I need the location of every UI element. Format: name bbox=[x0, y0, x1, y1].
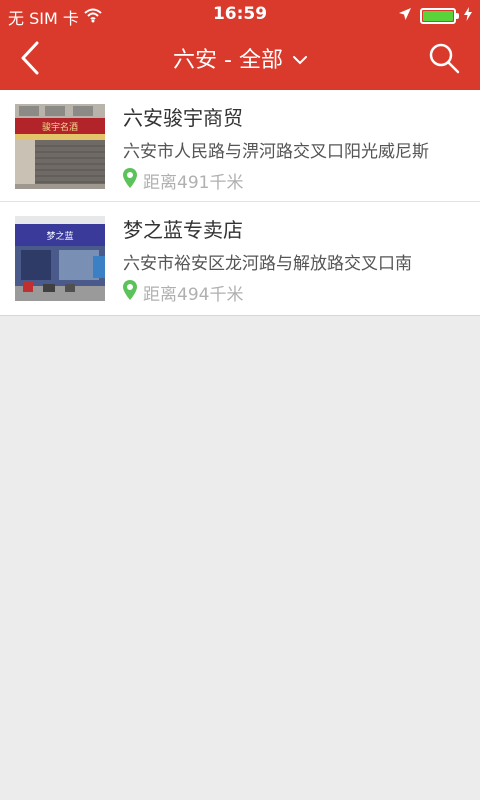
status-right bbox=[398, 6, 472, 25]
search-icon bbox=[428, 42, 460, 78]
store-distance: 距离491千米 bbox=[143, 173, 244, 193]
store-distance-row: 距离494千米 bbox=[123, 280, 243, 305]
thumb-sign: 梦之蓝 bbox=[46, 230, 73, 242]
nav-bar: 六安 - 全部 bbox=[0, 30, 480, 90]
store-address: 六安市人民路与淠河路交叉口阳光威尼斯 bbox=[123, 142, 429, 162]
battery-level bbox=[423, 10, 453, 21]
chevron-down-icon bbox=[292, 46, 307, 71]
thumb-sign: 骏宇名酒 bbox=[42, 121, 78, 133]
nav-title: 六安 - 全部 bbox=[173, 48, 283, 73]
search-button[interactable] bbox=[424, 40, 464, 80]
status-bar: 无 SIM 卡 16:59 bbox=[0, 0, 480, 30]
location-arrow-icon bbox=[398, 6, 412, 25]
app-header: 无 SIM 卡 16:59 六安 - 全部 bbox=[0, 0, 480, 90]
location-pin-icon bbox=[123, 168, 137, 193]
store-list: 骏宇名酒 六安骏宇商贸 六安市人民路与淠河路交叉口阳光威尼斯 距离491千米 梦… bbox=[0, 90, 480, 316]
store-name: 六安骏宇商贸 bbox=[123, 106, 243, 130]
store-item[interactable]: 梦之蓝 梦之蓝专卖店 六安市裕安区龙河路与解放路交叉口南 距离494千米 bbox=[0, 202, 480, 315]
location-pin-icon bbox=[123, 280, 137, 305]
city-category-selector[interactable]: 六安 - 全部 bbox=[0, 42, 480, 74]
store-distance-row: 距离491千米 bbox=[123, 168, 243, 193]
battery-icon bbox=[420, 7, 459, 24]
store-distance: 距离494千米 bbox=[143, 285, 244, 305]
store-address: 六安市裕安区龙河路与解放路交叉口南 bbox=[123, 254, 412, 274]
store-item[interactable]: 骏宇名酒 六安骏宇商贸 六安市人民路与淠河路交叉口阳光威尼斯 距离491千米 bbox=[0, 90, 480, 202]
store-thumbnail: 骏宇名酒 bbox=[15, 104, 105, 189]
charging-icon bbox=[464, 6, 472, 25]
store-name: 梦之蓝专卖店 bbox=[123, 218, 243, 242]
store-thumbnail: 梦之蓝 bbox=[15, 216, 105, 301]
